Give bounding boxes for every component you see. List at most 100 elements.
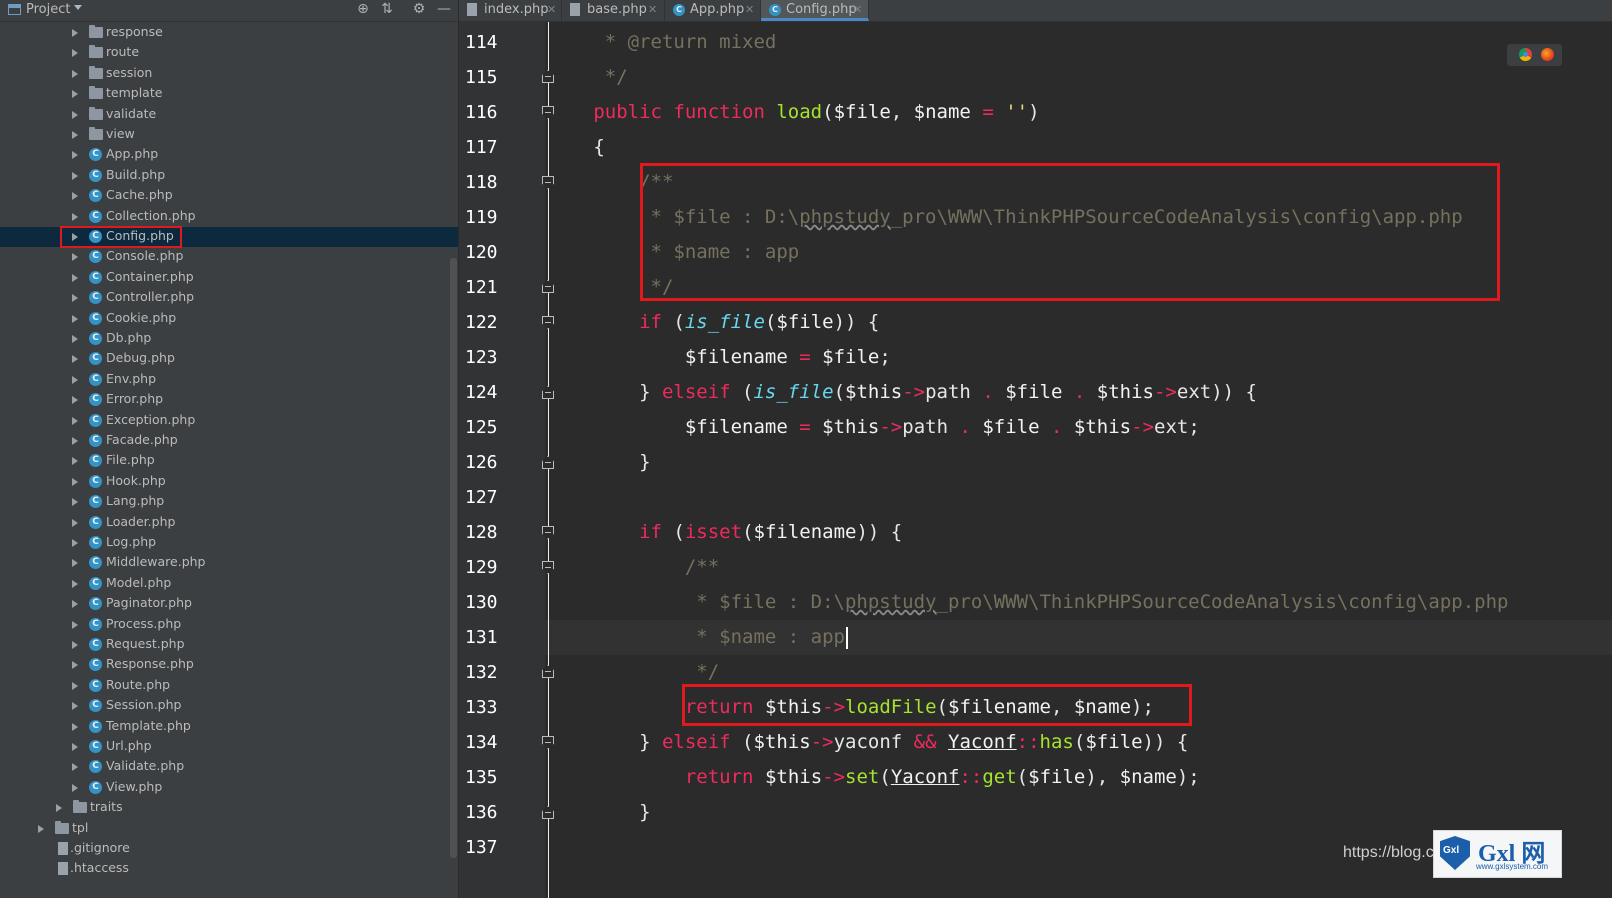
tree-item[interactable]: traits	[0, 798, 458, 818]
tree-item[interactable]: C Debug.php	[0, 349, 458, 369]
tree-item[interactable]: C Error.php	[0, 390, 458, 410]
tree-item[interactable]: C Env.php	[0, 370, 458, 390]
expand-arrow-icon[interactable]	[72, 722, 78, 731]
tree-item[interactable]: response	[0, 23, 458, 43]
tree-item[interactable]: C Loader.php	[0, 513, 458, 533]
tree-item[interactable]: C Route.php	[0, 676, 458, 696]
expand-arrow-icon[interactable]	[72, 763, 78, 772]
expand-arrow-icon[interactable]	[72, 273, 78, 282]
expand-arrow-icon[interactable]	[72, 579, 78, 588]
expand-arrow-icon[interactable]	[72, 539, 78, 547]
expand-arrow-icon[interactable]	[72, 477, 78, 486]
expand-arrow-icon[interactable]	[72, 355, 78, 364]
close-icon[interactable]: ✕	[745, 3, 754, 16]
project-panel-title[interactable]: Project	[26, 2, 70, 17]
code-line-134[interactable]: } elseif ($this->yaconf && Yaconf::has($…	[559, 725, 1188, 760]
collapse-all-icon[interactable]: ⇅	[378, 1, 396, 17]
tree-item[interactable]: .htaccess	[0, 859, 458, 879]
expand-arrow-icon[interactable]	[72, 131, 78, 139]
expand-arrow-icon[interactable]	[72, 641, 78, 649]
tree-item[interactable]: C Cookie.php	[0, 309, 458, 329]
tree-item[interactable]: view	[0, 125, 458, 145]
expand-arrow-icon[interactable]	[72, 29, 78, 37]
code-editor[interactable]: 114 115 116 117 118 119 120 121 122 123 124 125 126 1…	[459, 22, 1612, 898]
expand-arrow-icon[interactable]	[38, 824, 44, 833]
tree-item[interactable]: C Request.php	[0, 635, 458, 655]
code-line-129[interactable]: /**	[559, 550, 719, 585]
tree-item[interactable]: route	[0, 43, 458, 63]
expand-arrow-icon[interactable]	[72, 498, 78, 507]
expand-arrow-icon[interactable]	[72, 518, 78, 527]
code-line-125[interactable]: $filename = $this->path . $file . $this-…	[559, 410, 1200, 445]
expand-arrow-icon[interactable]	[72, 396, 78, 405]
tree-item[interactable]: C Build.php	[0, 166, 458, 186]
tree-item[interactable]: C Paginator.php	[0, 594, 458, 614]
expand-arrow-icon[interactable]	[72, 49, 78, 58]
expand-arrow-icon[interactable]	[72, 171, 78, 180]
expand-arrow-icon[interactable]	[72, 437, 78, 445]
tree-item[interactable]: C Middleware.php	[0, 553, 458, 573]
expand-arrow-icon[interactable]	[72, 600, 78, 609]
tab-config-php[interactable]: C Config.php ✕	[761, 0, 869, 21]
expand-arrow-icon[interactable]	[72, 90, 78, 99]
expand-arrow-icon[interactable]	[72, 314, 78, 323]
tree-item[interactable]: C Log.php	[0, 533, 458, 553]
expand-arrow-icon[interactable]	[56, 804, 62, 813]
close-icon[interactable]: ✕	[853, 3, 862, 16]
expand-arrow-icon[interactable]	[72, 375, 78, 384]
tree-item[interactable]: C View.php	[0, 778, 458, 798]
expand-arrow-icon[interactable]	[72, 151, 78, 160]
minimize-icon[interactable]: —	[435, 1, 453, 17]
tree-item[interactable]: C Controller.php	[0, 288, 458, 308]
expand-arrow-icon[interactable]	[72, 681, 78, 690]
expand-arrow-icon[interactable]	[72, 192, 78, 201]
tree-item[interactable]: session	[0, 64, 458, 84]
code-line-131[interactable]: * $name : app	[559, 620, 848, 655]
tree-item[interactable]: C Facade.php	[0, 431, 458, 451]
tree-item[interactable]: C File.php	[0, 451, 458, 471]
tree-item[interactable]: C Cache.php	[0, 186, 458, 206]
chevron-down-icon[interactable]	[74, 5, 82, 10]
chrome-icon[interactable]	[1519, 48, 1532, 61]
tab-app-php[interactable]: C App.php ✕	[665, 0, 761, 21]
expand-arrow-icon[interactable]	[72, 416, 78, 425]
expand-arrow-icon[interactable]	[72, 457, 78, 466]
tree-item[interactable]: C Model.php	[0, 574, 458, 594]
code-line-117[interactable]: {	[559, 130, 604, 165]
code-line-126[interactable]: }	[559, 445, 650, 480]
tree-item[interactable]: C Validate.php	[0, 757, 458, 777]
code-line-124[interactable]: } elseif (is_file($this->path . $file . …	[559, 375, 1257, 410]
expand-arrow-icon[interactable]	[72, 212, 78, 221]
tree-item[interactable]: C Container.php	[0, 268, 458, 288]
tree-item[interactable]: C Console.php	[0, 247, 458, 267]
gear-icon[interactable]: ⚙	[410, 1, 428, 17]
expand-arrow-icon[interactable]	[72, 559, 78, 568]
firefox-icon[interactable]	[1541, 48, 1554, 61]
tree-item[interactable]: C Exception.php	[0, 411, 458, 431]
code-line-137[interactable]	[559, 830, 570, 865]
expand-arrow-icon[interactable]	[72, 110, 78, 119]
tree-item[interactable]: .gitignore	[0, 839, 458, 859]
expand-arrow-icon[interactable]	[72, 661, 78, 670]
close-icon[interactable]: ✕	[547, 3, 556, 16]
project-panel-scrollbar[interactable]	[450, 258, 457, 858]
code-line-130[interactable]: * $file : D:\phpstudy_pro\WWW\ThinkPHPSo…	[559, 585, 1508, 620]
tree-item[interactable]: C Session.php	[0, 696, 458, 716]
tree-item[interactable]: validate	[0, 105, 458, 125]
code-line-114[interactable]: * @return mixed	[559, 25, 777, 60]
tree-item[interactable]: C Hook.php	[0, 472, 458, 492]
tree-item[interactable]: C App.php	[0, 145, 458, 165]
tree-item[interactable]: C Lang.php	[0, 492, 458, 512]
close-icon[interactable]: ✕	[648, 3, 657, 16]
expand-arrow-icon[interactable]	[72, 783, 78, 792]
tab-index-php[interactable]: index.php ✕	[459, 0, 562, 21]
tab-base-php[interactable]: base.php ✕	[562, 0, 665, 21]
expand-arrow-icon[interactable]	[72, 620, 78, 629]
expand-arrow-icon[interactable]	[72, 335, 78, 343]
code-line-136[interactable]: }	[559, 795, 650, 830]
code-line-122[interactable]: if (is_file($file)) {	[559, 305, 879, 340]
tree-item[interactable]: tpl	[0, 819, 458, 839]
code-line-128[interactable]: if (isset($filename)) {	[559, 515, 902, 550]
tree-item[interactable]: C Template.php	[0, 717, 458, 737]
code-line-115[interactable]: */	[559, 60, 628, 95]
